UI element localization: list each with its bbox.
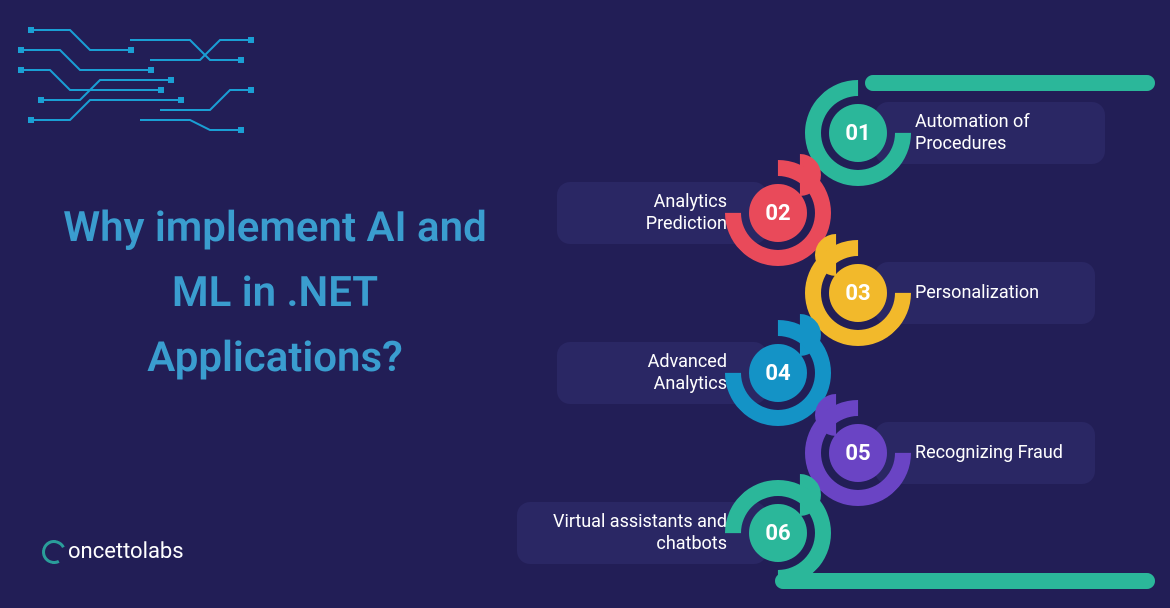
serpentine-diagram: Automation of Procedures 01 Analytics Pr… [565,30,1165,585]
circuit-decoration-icon [10,10,260,150]
item-6-number: 06 [765,521,790,546]
item-1-number: 01 [845,121,870,146]
main-title: Why implement AI and ML in .NET Applicat… [60,195,490,390]
item-2-label: Analytics Prediction [585,191,727,236]
item-5-label: Recognizing Fraud [915,442,1063,465]
item-6-node: 06 [725,480,831,586]
item-3-label: Personalization [915,282,1039,305]
item-2-number: 02 [765,201,790,226]
item-4-label: Advanced Analytics [585,351,727,396]
item-5-number: 05 [845,441,870,466]
item-1-label: Automation of Procedures [915,111,1077,156]
item-3-number: 03 [845,281,870,306]
exit-connector [775,573,1155,589]
item-6-label: Virtual assistants and chatbots [545,511,727,556]
item-4-number: 04 [765,361,790,386]
logo-c-icon [39,536,69,566]
logo-text: oncettolabs [68,539,184,564]
brand-logo: oncettolabs [42,539,184,564]
